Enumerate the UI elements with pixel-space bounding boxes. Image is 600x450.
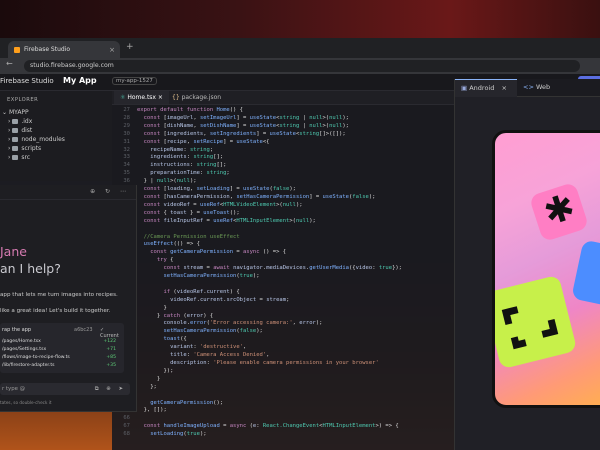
browser-tab-title: Firebase Studio xyxy=(24,46,71,53)
browser-tab[interactable]: Firebase Studio × xyxy=(8,41,120,58)
changed-file[interactable]: /flows/image-to-recipe-flow.ts +85 xyxy=(2,355,122,362)
greeting-name: Jane xyxy=(0,244,27,259)
tab-package-json[interactable]: {} package.json xyxy=(166,91,227,104)
explorer-heading: EXPLORER xyxy=(7,97,39,103)
tab-home-tsx[interactable]: ⚛ Home.tsx × xyxy=(114,91,169,104)
app-name[interactable]: My App xyxy=(63,76,97,85)
explorer-item[interactable]: › src xyxy=(0,153,112,162)
preview-tabs: ▣ Android × <> Web xyxy=(455,79,600,97)
explorer-item[interactable]: › scripts xyxy=(0,144,112,153)
code-icon: <> xyxy=(523,83,534,91)
explorer-root[interactable]: ⌄ MYAPP xyxy=(0,108,112,117)
chat-toolbar-icons[interactable]: ⊕ ↻ ⋯ xyxy=(90,188,130,195)
chat-toolbar: ⊕ ↻ ⋯ xyxy=(0,185,136,200)
url-input[interactable]: studio.firebase.google.com xyxy=(24,60,580,72)
tab-web[interactable]: <> Web xyxy=(517,79,550,96)
firebase-favicon-icon xyxy=(14,46,20,53)
browser-tab-bar: Firebase Studio × + xyxy=(0,38,600,58)
greeting-question: an I help? xyxy=(0,261,61,276)
react-file-icon: ⚛ xyxy=(120,94,126,101)
chat-input-icons[interactable]: ⧉ ⊕ ➤ xyxy=(95,383,126,395)
chat-input[interactable]: r type @ ⧉ ⊕ ➤ xyxy=(0,383,130,395)
explorer-item[interactable]: › .idx xyxy=(0,117,112,126)
android-icon: ▣ xyxy=(461,84,468,92)
blue-sticker xyxy=(571,239,600,307)
changed-file[interactable]: /lib/firestore-adapter.ts +35 xyxy=(2,363,122,370)
explorer-item[interactable]: › node_modules xyxy=(0,135,112,144)
folder-icon xyxy=(12,146,19,151)
workspace-badge: my-app-1527 xyxy=(112,77,157,85)
brackets-sticker xyxy=(495,274,578,370)
asterisk-icon: ✱ xyxy=(538,186,581,235)
asterisk-sticker: ✱ xyxy=(528,181,590,243)
android-device-preview[interactable]: ✱ xyxy=(492,130,600,408)
card-title: rap the app xyxy=(2,327,32,333)
code-editor: ⚛ Home.tsx × {} package.json 27 export de… xyxy=(112,91,454,450)
chat-greeting: Jane an I help? xyxy=(0,243,61,277)
editor-tabs: ⚛ Home.tsx × {} package.json xyxy=(112,91,454,105)
gemini-chat-panel: ⊕ ↻ ⋯ Jane an I help? app that lets me t… xyxy=(0,185,137,412)
code-content[interactable]: 27 export default function Home() { 28 co… xyxy=(112,107,454,439)
folder-icon xyxy=(12,128,19,133)
file-explorer: EXPLORER ⌄ MYAPP › .idx › dist › node_mo… xyxy=(0,91,112,181)
json-file-icon: {} xyxy=(172,94,180,101)
folder-icon xyxy=(12,137,19,142)
folder-icon xyxy=(12,119,19,124)
disclaimer: tates, so double-check it xyxy=(0,400,52,405)
user-prompt: app that lets me turn images into recipe… xyxy=(0,292,118,298)
changed-file[interactable]: /pages/Settings.tsx +71 xyxy=(2,347,122,354)
commit-hash: a6bc23 xyxy=(74,327,93,333)
changed-file[interactable]: /pages/Home.tsx +122 xyxy=(2,339,122,346)
tab-android[interactable]: ▣ Android × xyxy=(455,79,517,97)
folder-icon xyxy=(12,155,19,160)
close-tab-icon[interactable]: × xyxy=(109,46,115,54)
brand-title: Firebase Studio xyxy=(0,77,54,85)
close-icon: × xyxy=(501,84,507,92)
change-summary-card[interactable]: rap the app a6bc23 ✓ Current /pages/Home… xyxy=(0,323,124,373)
current-status: ✓ Current xyxy=(100,327,119,339)
background-glow xyxy=(0,0,600,40)
close-icon: × xyxy=(157,94,163,101)
new-tab-button[interactable]: + xyxy=(126,42,134,52)
address-bar-row: ← → ↻ studio.firebase.google.com xyxy=(0,58,600,74)
brackets-icon xyxy=(501,306,559,350)
explorer-item[interactable]: › dist xyxy=(0,126,112,135)
assistant-reply: like a great idea! Let's build it togeth… xyxy=(0,308,111,314)
